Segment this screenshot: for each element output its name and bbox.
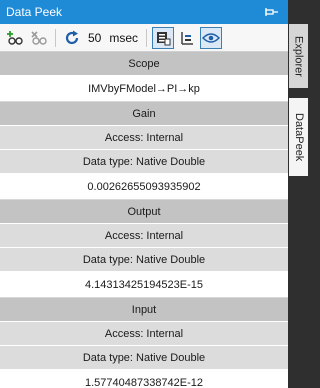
meta-row: Access: Internal bbox=[0, 224, 288, 248]
tab-explorer-label: Explorer bbox=[292, 35, 305, 77]
value-row: 4.14313425194523E-15 bbox=[0, 272, 288, 298]
section-header[interactable]: Input bbox=[0, 298, 288, 322]
section-header[interactable]: Gain bbox=[0, 102, 288, 126]
peek-rows: Scope IMVbyFModel→PI→kp Gain Access: Intern… bbox=[0, 52, 288, 388]
refresh-icon bbox=[65, 30, 79, 44]
meta-row: Access: Internal bbox=[0, 126, 288, 150]
eye-icon bbox=[202, 32, 221, 43]
remove-watch-button[interactable] bbox=[28, 27, 50, 49]
title-bar: Data Peek bbox=[0, 0, 288, 24]
tab-datapeek[interactable]: DataPeek bbox=[289, 98, 308, 176]
meta-row: Data type: Native Double bbox=[0, 346, 288, 370]
add-watch-button[interactable] bbox=[4, 27, 26, 49]
toolbar: 50 msec bbox=[0, 24, 288, 52]
table-view-icon bbox=[157, 31, 171, 45]
refresh-interval-unit: msec bbox=[109, 30, 139, 45]
refresh-button[interactable] bbox=[61, 27, 83, 49]
window-title: Data Peek bbox=[6, 5, 63, 19]
section-header[interactable]: Output bbox=[0, 200, 288, 224]
meta-row: Data type: Native Double bbox=[0, 248, 288, 272]
tab-explorer[interactable]: Explorer bbox=[289, 24, 308, 88]
value-row: 1.57740487338742E-12 bbox=[0, 370, 288, 388]
eye-button[interactable] bbox=[200, 26, 223, 49]
tab-datapeek-label: DataPeek bbox=[293, 112, 305, 162]
section-header[interactable]: Scope bbox=[0, 52, 288, 76]
value-row: 0.00262655093935902 bbox=[0, 174, 288, 200]
toolbar-separator bbox=[55, 28, 56, 47]
table-view-button[interactable] bbox=[152, 26, 175, 49]
remove-watch-icon bbox=[31, 30, 47, 45]
meta-row: Data type: Native Double bbox=[0, 150, 288, 174]
data-peek-panel: Data Peek 50 msec Scope IMVbyFModel→PI→k… bbox=[0, 0, 288, 388]
refresh-interval-value[interactable]: 50 bbox=[85, 31, 104, 45]
trend-view-button[interactable] bbox=[176, 27, 198, 49]
side-tab-strip: Explorer DataPeek bbox=[288, 0, 308, 388]
trend-view-icon bbox=[181, 31, 194, 45]
toolbar-separator bbox=[146, 28, 148, 47]
meta-row: Access: Internal bbox=[0, 322, 288, 346]
pin-icon[interactable] bbox=[264, 4, 280, 20]
value-row: IMVbyFModel→PI→kp bbox=[0, 76, 288, 102]
add-watch-icon bbox=[7, 30, 23, 45]
